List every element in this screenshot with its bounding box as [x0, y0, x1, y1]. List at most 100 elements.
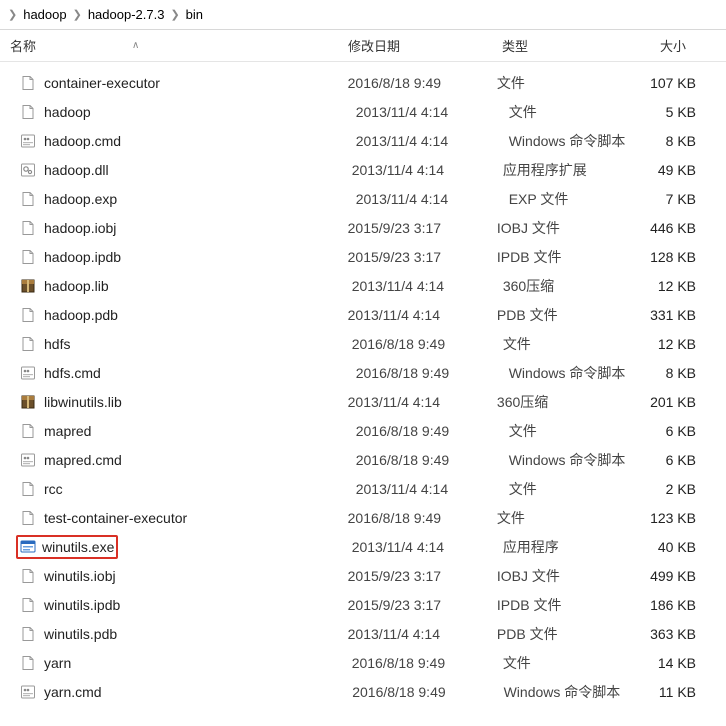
- file-type-cell: Windows 命令脚本: [509, 363, 666, 383]
- file-type-cell: 文件: [509, 102, 666, 122]
- file-name-label: hadoop.ipdb: [44, 249, 121, 265]
- cmd-icon: [20, 684, 36, 700]
- file-row[interactable]: mapred2016/8/18 9:49文件6 KB: [0, 416, 726, 445]
- file-date-cell: 2015/9/23 3:17: [348, 249, 497, 265]
- file-size-cell: 8 KB: [666, 365, 726, 381]
- column-header-date[interactable]: 修改日期: [348, 36, 502, 55]
- file-name-label: hadoop.cmd: [44, 133, 121, 149]
- file-type-cell: 应用程序: [503, 537, 658, 557]
- chevron-right-icon: ❯: [170, 8, 179, 21]
- file-type-cell: Windows 命令脚本: [509, 131, 666, 151]
- file-name-cell: container-executor: [20, 75, 348, 91]
- column-header-label: 名称: [10, 36, 36, 55]
- file-icon: [20, 626, 36, 642]
- file-date-cell: 2015/9/23 3:17: [348, 568, 497, 584]
- file-name-label: hadoop: [44, 104, 91, 120]
- file-icon: [20, 655, 36, 671]
- cmd-icon: [20, 365, 36, 381]
- file-size-cell: 14 KB: [658, 655, 726, 671]
- column-header-type[interactable]: 类型: [502, 36, 660, 55]
- file-date-cell: 2013/11/4 4:14: [352, 162, 503, 178]
- file-icon: [20, 568, 36, 584]
- file-row[interactable]: hdfs2016/8/18 9:49文件12 KB: [0, 329, 726, 358]
- file-date-cell: 2013/11/4 4:14: [356, 104, 509, 120]
- file-name-cell: hdfs.cmd: [20, 365, 356, 381]
- column-header-name[interactable]: 名称 ∧: [10, 36, 348, 55]
- file-date-cell: 2016/8/18 9:49: [356, 423, 509, 439]
- file-size-cell: 12 KB: [658, 336, 726, 352]
- file-size-cell: 5 KB: [666, 104, 726, 120]
- file-name-label: yarn.cmd: [44, 684, 102, 700]
- file-icon: [20, 481, 36, 497]
- file-row[interactable]: mapred.cmd2016/8/18 9:49Windows 命令脚本6 KB: [0, 445, 726, 474]
- file-type-cell: IPDB 文件: [497, 247, 650, 267]
- file-size-cell: 6 KB: [666, 423, 726, 439]
- file-date-cell: 2013/11/4 4:14: [348, 307, 497, 323]
- file-row[interactable]: hadoop.exp2013/11/4 4:14EXP 文件7 KB: [0, 184, 726, 213]
- breadcrumb[interactable]: ❯ hadoop ❯ hadoop-2.7.3 ❯ bin: [0, 0, 726, 30]
- breadcrumb-item[interactable]: bin: [186, 7, 203, 22]
- file-row[interactable]: rcc2013/11/4 4:14文件2 KB: [0, 474, 726, 503]
- file-row[interactable]: test-container-executor2016/8/18 9:49文件1…: [0, 503, 726, 532]
- file-type-cell: 应用程序扩展: [503, 160, 658, 180]
- file-date-cell: 2016/8/18 9:49: [356, 365, 509, 381]
- file-name-label: hadoop.iobj: [44, 220, 116, 236]
- file-row[interactable]: winutils.exe2013/11/4 4:14应用程序40 KB: [0, 532, 726, 561]
- file-name-cell: yarn.cmd: [20, 684, 352, 700]
- file-row[interactable]: libwinutils.lib2013/11/4 4:14360压缩201 KB: [0, 387, 726, 416]
- file-type-cell: 文件: [497, 73, 650, 93]
- file-row[interactable]: winutils.iobj2015/9/23 3:17IOBJ 文件499 KB: [0, 561, 726, 590]
- chevron-right-icon: ❯: [8, 8, 17, 21]
- breadcrumb-item[interactable]: hadoop-2.7.3: [88, 7, 165, 22]
- file-size-cell: 331 KB: [650, 307, 726, 323]
- file-row[interactable]: hadoop.lib2013/11/4 4:14360压缩12 KB: [0, 271, 726, 300]
- file-row[interactable]: hadoop.ipdb 2015/9/23 3:17IPDB 文件128 KB: [0, 242, 726, 271]
- file-size-cell: 6 KB: [666, 452, 726, 468]
- file-icon: [20, 104, 36, 120]
- file-size-cell: 128 KB: [650, 249, 726, 265]
- file-name-cell: hadoop.lib: [20, 278, 352, 294]
- file-name-cell: winutils.pdb: [20, 626, 348, 642]
- file-size-cell: 446 KB: [650, 220, 726, 236]
- file-date-cell: 2016/8/18 9:49: [352, 684, 503, 700]
- file-size-cell: 107 KB: [650, 75, 726, 91]
- file-name-cell: mapred: [20, 423, 356, 439]
- file-type-cell: 360压缩: [503, 276, 658, 296]
- file-type-cell: 360压缩: [497, 392, 650, 412]
- file-row[interactable]: winutils.pdb2013/11/4 4:14PDB 文件363 KB: [0, 619, 726, 648]
- file-date-cell: 2013/11/4 4:14: [348, 626, 497, 642]
- file-row[interactable]: yarn.cmd2016/8/18 9:49Windows 命令脚本11 KB: [0, 677, 726, 706]
- file-row[interactable]: yarn2016/8/18 9:49文件14 KB: [0, 648, 726, 677]
- file-row[interactable]: winutils.ipdb2015/9/23 3:17IPDB 文件186 KB: [0, 590, 726, 619]
- file-name-label: winutils.iobj: [44, 568, 116, 584]
- column-header-size[interactable]: 大小: [660, 36, 726, 55]
- file-date-cell: 2013/11/4 4:14: [348, 394, 497, 410]
- file-size-cell: 8 KB: [666, 133, 726, 149]
- file-row[interactable]: hadoop.cmd2013/11/4 4:14Windows 命令脚本8 KB: [0, 126, 726, 155]
- file-row[interactable]: container-executor2016/8/18 9:49文件107 KB: [0, 68, 726, 97]
- file-date-cell: 2013/11/4 4:14: [356, 191, 509, 207]
- file-name-label: hadoop.lib: [44, 278, 109, 294]
- file-date-cell: 2013/11/4 4:14: [352, 539, 503, 555]
- file-type-cell: Windows 命令脚本: [504, 682, 659, 702]
- file-row[interactable]: hadoop 2013/11/4 4:14文件5 KB: [0, 97, 726, 126]
- file-type-cell: IOBJ 文件: [497, 566, 650, 586]
- file-type-cell: 文件: [497, 508, 650, 528]
- file-name-cell: hadoop.pdb: [20, 307, 348, 323]
- file-row[interactable]: hadoop.dll2013/11/4 4:14应用程序扩展49 KB: [0, 155, 726, 184]
- file-type-cell: 文件: [509, 479, 666, 499]
- file-name-cell: rcc: [20, 481, 356, 497]
- file-row[interactable]: hadoop.pdb2013/11/4 4:14PDB 文件331 KB: [0, 300, 726, 329]
- file-name-label: libwinutils.lib: [44, 394, 122, 410]
- file-row[interactable]: hadoop.iobj2015/9/23 3:17IOBJ 文件446 KB: [0, 213, 726, 242]
- file-date-cell: 2016/8/18 9:49: [348, 510, 497, 526]
- file-row[interactable]: hdfs.cmd2016/8/18 9:49Windows 命令脚本8 KB: [0, 358, 726, 387]
- file-date-cell: 2015/9/23 3:17: [348, 597, 497, 613]
- file-icon: [20, 191, 36, 207]
- file-name-cell: hadoop.iobj: [20, 220, 348, 236]
- file-date-cell: 2016/8/18 9:49: [352, 655, 503, 671]
- file-date-cell: 2016/8/18 9:49: [356, 452, 509, 468]
- file-name-cell: hadoop.cmd: [20, 133, 356, 149]
- file-icon: [20, 249, 36, 265]
- breadcrumb-item[interactable]: hadoop: [23, 7, 66, 22]
